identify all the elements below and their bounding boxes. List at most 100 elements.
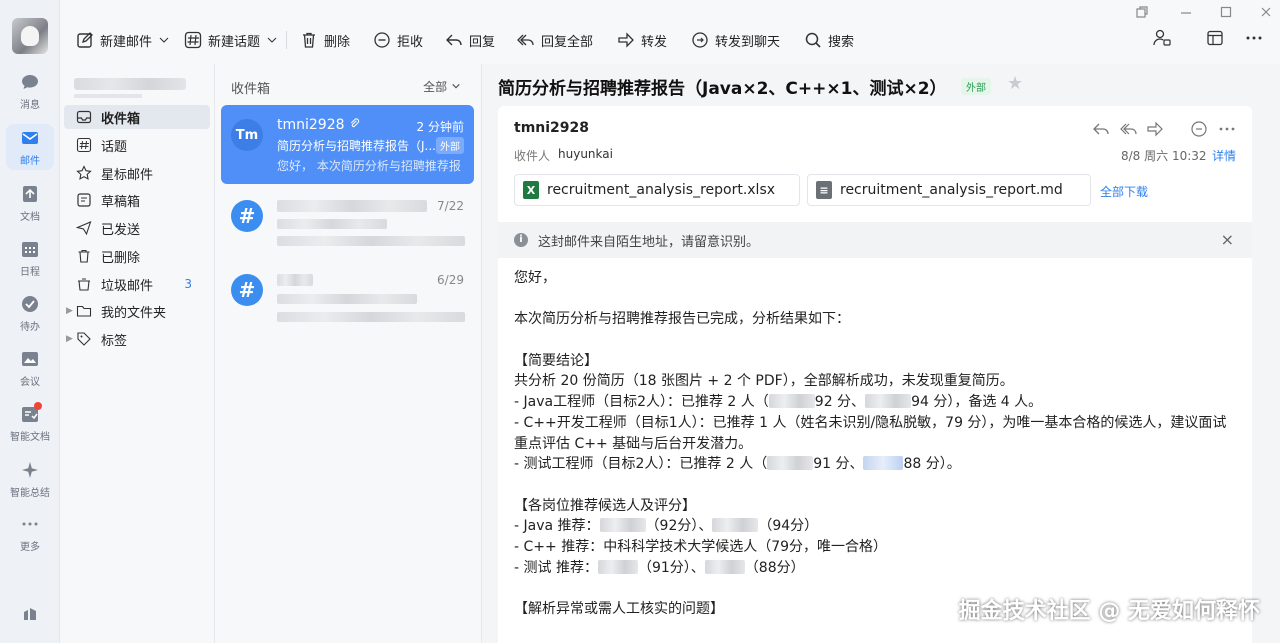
message-list: 收件箱 全部 Tm tmni2928 2 分钟前 简历分析与招聘推荐报告（J..… [215, 64, 482, 643]
app-bottom-icon[interactable] [20, 604, 40, 624]
spam-count-badge: 3 [184, 277, 192, 291]
draft-icon [77, 193, 91, 207]
user-avatar[interactable] [12, 18, 48, 54]
close-icon[interactable]: × [1221, 230, 1234, 249]
text: 94 分），备选 4 人。 [911, 394, 1043, 411]
redacted-name [704, 559, 745, 574]
text: （92分）、 [645, 518, 713, 535]
star-icon[interactable]: ★ [1007, 73, 1023, 94]
text: （91分）、 [637, 559, 705, 576]
folder-sent[interactable]: 已发送 [64, 216, 210, 240]
rail-label: 更多 [20, 541, 40, 553]
chevron-down-icon[interactable] [158, 34, 170, 46]
search-icon [805, 32, 821, 48]
attachment-xlsx[interactable]: X recruitment_analysis_report.xlsx [514, 174, 800, 206]
message-item[interactable]: # 7/22 [221, 186, 474, 265]
rail-item-meeting[interactable]: 会议 [0, 341, 60, 395]
folder-my-folders[interactable]: ▶ 我的文件夹 [64, 299, 210, 323]
reply-all-button[interactable]: 回复全部 [517, 28, 593, 52]
folder-label: 已删除 [101, 250, 141, 266]
redacted-name [597, 559, 638, 574]
message-item[interactable]: # 6/29 [221, 260, 474, 339]
folder-label: 标签 [101, 333, 128, 349]
recipient-name[interactable]: huyunkai [558, 147, 613, 161]
chat-icon[interactable] [1190, 120, 1208, 138]
forward-to-chat-button[interactable]: 转发到聊天 [691, 28, 780, 52]
message-item[interactable]: Tm tmni2928 2 分钟前 简历分析与招聘推荐报告（J... 外部 您好… [221, 105, 474, 184]
folder-tags[interactable]: ▶ 标签 [64, 327, 210, 351]
pin-window-icon[interactable] [1134, 4, 1150, 20]
details-link[interactable]: 详情 [1212, 147, 1236, 164]
folder-inbox[interactable]: 收件箱 [64, 105, 210, 129]
rail-item-more[interactable]: 更多 [0, 506, 60, 560]
rail-label: 会议 [20, 376, 40, 388]
list-filter[interactable]: 全部 [423, 78, 461, 95]
body-line: 共分析 20 份简历（18 张图片 + 2 个 PDF），全部解析成功，未发现重… [514, 373, 1014, 390]
spam-icon [78, 278, 90, 291]
mail-actions [1092, 120, 1240, 138]
expand-arrow-icon[interactable]: ▶ [66, 334, 73, 344]
folder-spam[interactable]: 垃圾邮件 3 [64, 272, 210, 296]
redacted-sender [277, 200, 427, 212]
download-all-link[interactable]: 全部下载 [1100, 183, 1148, 200]
rail-item-smart-doc[interactable]: 智能文档 [0, 396, 60, 450]
stranger-warning-banner: i 这封邮件来自陌生地址，请留意识别。 × [498, 222, 1252, 258]
new-mail-label: 新建邮件 [100, 34, 153, 50]
hash-icon [184, 31, 202, 49]
layout-icon[interactable] [1206, 29, 1224, 47]
folder-drafts[interactable]: 草稿箱 [64, 188, 210, 212]
text: （88分） [744, 559, 805, 576]
rail-item-messages[interactable]: 消息 [0, 64, 60, 118]
attachment-icon [350, 118, 360, 128]
search-button[interactable]: 搜索 [804, 28, 854, 52]
text: 88 分）。 [903, 456, 961, 473]
attachment-md[interactable]: ≡ recruitment_analysis_report.md [807, 174, 1091, 206]
folder-label: 星标邮件 [101, 167, 154, 183]
redacted-name [863, 456, 904, 471]
new-topic-label: 新建话题 [208, 34, 261, 50]
chevron-down-icon[interactable] [266, 34, 278, 46]
minimize-icon[interactable] [1178, 4, 1194, 20]
forward-button[interactable]: 转发 [617, 28, 667, 52]
reply-all-icon[interactable] [1120, 120, 1138, 138]
text: - 测试 推荐： [514, 559, 598, 576]
new-mail-button[interactable]: 新建邮件 [76, 28, 170, 52]
sparkle-icon [22, 461, 38, 478]
text: - Java 推荐： [514, 518, 600, 535]
more-options-icon[interactable] [1218, 120, 1236, 138]
folder-panel: 收件箱 话题 星标邮件 草稿箱 已发送 已删除 垃圾邮件 3 ▶ 我的文件夹 ▶… [60, 64, 215, 643]
attachment-name: recruitment_analysis_report.xlsx [547, 182, 776, 198]
folder-topics[interactable]: 话题 [64, 133, 210, 157]
rail-item-mail[interactable]: 邮件 [0, 120, 60, 174]
attachment-name: recruitment_analysis_report.md [840, 182, 1063, 198]
toolbar: 新建邮件 新建话题 删除 拒收 回复 回复全部 转发 转发到聊天 搜索 [60, 0, 1280, 64]
rail-item-smart-summary[interactable]: 智能总结 [0, 452, 60, 506]
mail-sender[interactable]: tmni2928 [514, 120, 589, 136]
more-options-icon[interactable] [1244, 29, 1264, 47]
close-icon[interactable] [1258, 4, 1274, 20]
new-topic-button[interactable]: 新建话题 [184, 28, 278, 52]
rail-item-todo[interactable]: 待办 [0, 286, 60, 340]
expand-arrow-icon[interactable]: ▶ [66, 306, 73, 316]
redacted-name [599, 518, 646, 533]
rail-item-calendar[interactable]: 日程 [0, 231, 60, 285]
delete-button[interactable]: 删除 [300, 28, 350, 52]
forward-icon[interactable] [1146, 120, 1164, 138]
mail-date: 8/8 周六 10:32 [1121, 149, 1207, 163]
more-icon [22, 522, 38, 525]
reply-icon [446, 34, 462, 46]
block-icon [374, 32, 390, 48]
reply-icon[interactable] [1092, 120, 1110, 138]
account-name-redacted[interactable] [74, 78, 186, 90]
folder-starred[interactable]: 星标邮件 [64, 161, 210, 185]
redacted-name [768, 394, 815, 409]
excel-file-icon: X [523, 181, 539, 199]
contact-settings-icon[interactable] [1152, 28, 1172, 48]
rail-item-docs[interactable]: 文档 [0, 176, 60, 230]
reply-button[interactable]: 回复 [445, 28, 495, 52]
folder-deleted[interactable]: 已删除 [64, 244, 210, 268]
redacted-name [712, 518, 759, 533]
maximize-icon[interactable] [1218, 4, 1234, 20]
folder-label: 已发送 [101, 222, 141, 238]
reject-button[interactable]: 拒收 [373, 28, 423, 52]
